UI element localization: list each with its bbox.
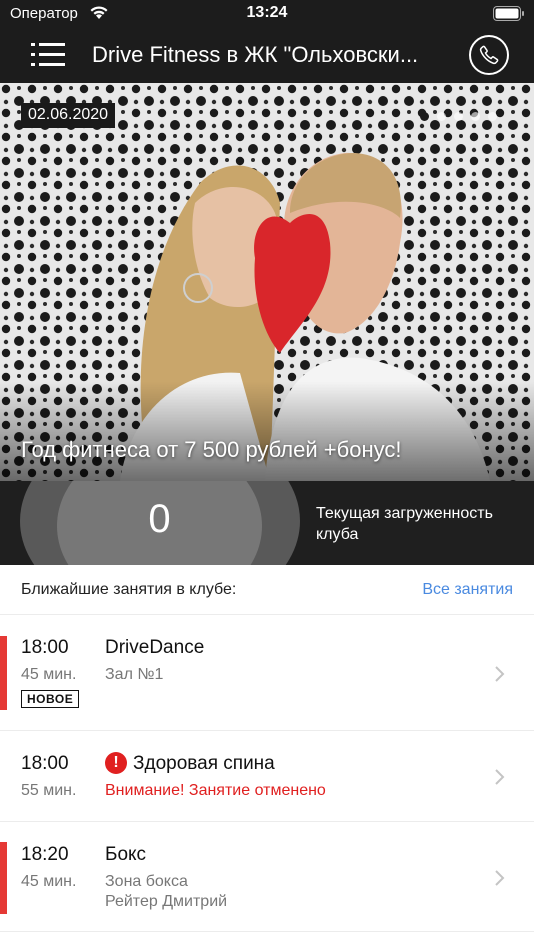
schedule-header: Ближайшие занятия в клубе: Все занятия [0, 565, 534, 615]
page-title: Drive Fitness в ЖК "Ольховски... [92, 42, 419, 67]
all-classes-link[interactable]: Все занятия [422, 581, 513, 599]
nav-bar: Drive Fitness в ЖК "Ольховски... [0, 28, 534, 83]
class-duration: 55 мин. [21, 782, 77, 799]
status-bar: Оператор 13:24 [0, 0, 534, 28]
schedule-title: Ближайшие занятия в клубе: [21, 581, 237, 598]
class-name: DriveDance [105, 637, 205, 658]
call-button[interactable] [469, 35, 509, 75]
banner-date: 02.06.2020 [21, 103, 116, 128]
promo-banner[interactable]: 02.06.2020 Год фитнеса от 7 500 рублей +… [0, 83, 534, 481]
club-load-value: 0 [148, 497, 171, 541]
class-accent-bar [0, 636, 7, 710]
status-time: 13:24 [246, 4, 288, 21]
carousel-dot[interactable] [454, 112, 463, 121]
menu-button[interactable] [28, 39, 68, 71]
class-time: 18:20 [21, 844, 69, 865]
class-room: Зал №1 [105, 666, 164, 683]
new-badge: НОВОЕ [21, 690, 80, 708]
class-name: Бокс [105, 844, 147, 865]
class-row[interactable]: 18:20 45 мин. Бокс Зона бокса Рейтер Дми… [0, 822, 534, 932]
banner-caption: Год фитнеса от 7 500 рублей +бонус! [21, 437, 402, 462]
class-room: Зона бокса [105, 873, 188, 890]
carousel-dot[interactable] [488, 112, 497, 121]
class-time: 18:00 [21, 753, 69, 774]
chevron-right-icon [495, 769, 505, 785]
class-accent-bar [0, 842, 7, 914]
class-cancelled-warning: Внимание! Занятие отменено [105, 782, 326, 799]
class-time: 18:00 [21, 637, 69, 658]
class-duration: 45 мин. [21, 873, 77, 890]
phone-icon [479, 45, 499, 65]
chevron-right-icon [495, 666, 505, 682]
banner-photo [0, 83, 534, 481]
club-load-panel: 0 Текущая загруженность клуба [0, 481, 534, 565]
class-name: Здоровая спина [133, 753, 275, 774]
battery-icon [493, 6, 524, 21]
carousel-dot[interactable] [437, 112, 446, 121]
carousel-dot[interactable] [471, 112, 480, 121]
class-duration: 45 мин. [21, 666, 77, 683]
club-load-label: Текущая загруженность клуба [316, 505, 493, 543]
class-row[interactable]: 18:00 55 мин. ! Здоровая спина Внимание!… [0, 731, 534, 822]
class-row[interactable]: 18:00 45 мин. НОВОЕ DriveDance Зал №1 [0, 616, 534, 731]
class-trainer: Рейтер Дмитрий [105, 893, 228, 910]
carousel-dot-active[interactable] [420, 112, 429, 121]
chevron-right-icon [495, 870, 505, 886]
alert-icon: ! [105, 752, 127, 774]
